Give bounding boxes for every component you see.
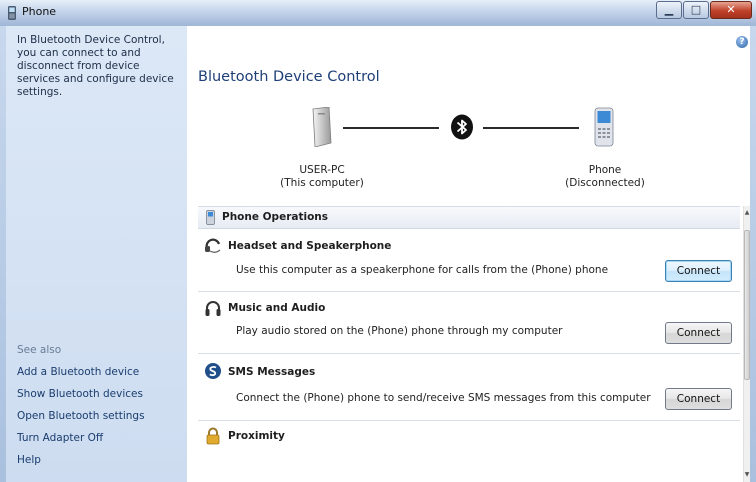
computer-icon — [312, 107, 332, 147]
phone-window: Phone ▁ □ ✕ In Bluetooth Device Control,… — [0, 0, 756, 482]
minimize-icon: ▁ — [664, 3, 674, 16]
service-name: Headset and Speakerphone — [228, 240, 392, 252]
help-icon[interactable]: ? — [736, 36, 748, 48]
add-bluetooth-device-link[interactable]: Add a Bluetooth device — [17, 366, 139, 378]
open-bluetooth-settings-link[interactable]: Open Bluetooth settings — [17, 410, 145, 422]
operations-scrollbar[interactable]: ▲ ▼ — [743, 206, 750, 482]
help-link[interactable]: Help — [17, 454, 41, 466]
service-description: Connect the (Phone) phone to send/receiv… — [236, 392, 651, 404]
device-label: Phone (Disconnected) — [555, 164, 655, 190]
headphones-icon — [205, 301, 221, 316]
connection-diagram: USER-PC (This computer) Phone (Disconnec… — [187, 101, 750, 201]
sms-icon — [205, 363, 221, 379]
close-button[interactable]: ✕ — [710, 1, 752, 19]
page-title: Bluetooth Device Control — [198, 69, 380, 85]
phone-small-icon — [206, 210, 215, 225]
connect-sms-button[interactable]: Connect — [665, 388, 732, 410]
phone-app-icon — [8, 6, 16, 20]
maximize-button[interactable]: □ — [683, 1, 709, 19]
scroll-up-icon[interactable]: ▲ — [744, 208, 750, 218]
show-bluetooth-devices-link[interactable]: Show Bluetooth devices — [17, 388, 143, 400]
main-content: ? Bluetooth Device Control USER-PC (This… — [187, 26, 750, 482]
window-client: In Bluetooth Device Control, you can con… — [6, 26, 750, 482]
service-name: Proximity — [228, 430, 285, 442]
phone-operations-panel: Phone Operations Headset and Speakerphon… — [198, 206, 740, 482]
headset-icon — [205, 238, 221, 253]
device-status: (Disconnected) — [565, 177, 645, 189]
close-icon: ✕ — [726, 3, 736, 16]
phone-icon — [594, 107, 614, 147]
computer-name: USER-PC — [299, 164, 345, 176]
service-description: Use this computer as a speakerphone for … — [236, 264, 609, 276]
minimize-button[interactable]: ▁ — [656, 1, 682, 19]
service-description: Play audio stored on the (Phone) phone t… — [236, 325, 563, 337]
lock-icon — [206, 427, 220, 445]
service-name: SMS Messages — [228, 366, 316, 378]
window-title: Phone — [22, 5, 57, 18]
service-music-audio: Music and Audio Play audio stored on the… — [198, 292, 740, 354]
bluetooth-icon — [451, 114, 473, 140]
connection-line-right — [483, 127, 579, 129]
computer-label: USER-PC (This computer) — [272, 164, 372, 190]
panel-description: In Bluetooth Device Control, you can con… — [17, 34, 174, 98]
turn-adapter-off-link[interactable]: Turn Adapter Off — [17, 432, 103, 444]
service-name: Music and Audio — [228, 302, 326, 314]
scroll-thumb[interactable] — [744, 230, 750, 380]
left-panel: In Bluetooth Device Control, you can con… — [6, 26, 187, 482]
connect-headset-button[interactable]: Connect — [665, 260, 732, 282]
service-proximity: Proximity — [198, 421, 740, 482]
service-headset: Headset and Speakerphone Use this comput… — [198, 229, 740, 292]
maximize-icon: □ — [690, 3, 702, 16]
title-bar[interactable]: Phone ▁ □ ✕ — [0, 0, 756, 26]
connection-line-left — [343, 127, 439, 129]
service-sms: SMS Messages Connect the (Phone) phone t… — [198, 354, 740, 421]
device-name: Phone — [588, 164, 622, 176]
computer-sub: (This computer) — [280, 177, 364, 189]
connect-music-button[interactable]: Connect — [665, 322, 732, 344]
operations-title: Phone Operations — [222, 211, 329, 223]
scroll-down-icon[interactable]: ▼ — [744, 470, 750, 480]
see-also-label: See also — [17, 344, 62, 356]
operations-header: Phone Operations — [198, 207, 740, 229]
